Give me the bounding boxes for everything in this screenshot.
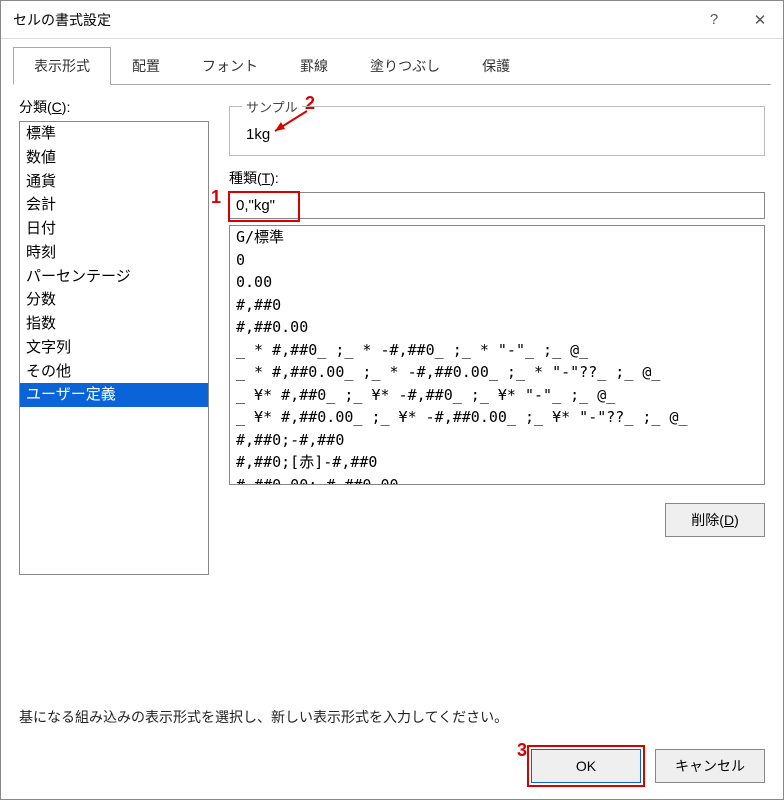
ok-button[interactable]: OK bbox=[531, 749, 641, 783]
list-item[interactable]: _ ¥* #,##0_ ;_ ¥* -#,##0_ ;_ ¥* "-"_ ;_ … bbox=[234, 384, 760, 407]
category-listbox[interactable]: 標準 数値 通貨 会計 日付 時刻 パーセンテージ 分数 指数 文字列 その他 … bbox=[19, 121, 209, 575]
annotation-3: 3 bbox=[517, 740, 527, 761]
cancel-button[interactable]: キャンセル bbox=[655, 749, 765, 783]
category-label: 分類(C): bbox=[19, 97, 209, 117]
tab-number-format[interactable]: 表示形式 bbox=[13, 47, 111, 85]
list-item[interactable]: 日付 bbox=[20, 217, 208, 241]
format-code-input[interactable] bbox=[229, 192, 765, 219]
list-item[interactable]: #,##0.00 bbox=[234, 316, 760, 339]
tab-fill[interactable]: 塗りつぶし bbox=[349, 47, 461, 85]
sample-value: 1kg bbox=[242, 126, 752, 143]
list-item[interactable]: #,##0.00;-#,##0.00 bbox=[234, 474, 760, 486]
category-label-accel: C bbox=[52, 99, 62, 115]
list-item-custom[interactable]: ユーザー定義 bbox=[20, 383, 208, 407]
category-column: 分類(C): 標準 数値 通貨 会計 日付 時刻 パーセンテージ 分数 指数 文… bbox=[19, 97, 209, 683]
list-item[interactable]: 指数 bbox=[20, 312, 208, 336]
list-item[interactable]: #,##0;-#,##0 bbox=[234, 429, 760, 452]
annotation-1: 1 bbox=[211, 187, 221, 208]
type-label-accel: T bbox=[262, 170, 271, 186]
main-row: 分類(C): 標準 数値 通貨 会計 日付 時刻 パーセンテージ 分数 指数 文… bbox=[19, 97, 765, 683]
list-item[interactable]: パーセンテージ bbox=[20, 265, 208, 289]
tab-strip: 表示形式 配置 フォント 罫線 塗りつぶし 保護 bbox=[1, 39, 783, 85]
titlebar: セルの書式設定 ? ✕ bbox=[1, 1, 783, 39]
category-label-text: 分類( bbox=[19, 99, 52, 115]
format-templates-listbox[interactable]: G/標準 0 0.00 #,##0 #,##0.00 _ * #,##0_ ;_… bbox=[229, 225, 765, 485]
category-label-end: ): bbox=[62, 99, 71, 115]
hint-text: 基になる組み込みの表示形式を選択し、新しい表示形式を入力してください。 bbox=[19, 707, 765, 727]
list-item[interactable]: 通貨 bbox=[20, 170, 208, 194]
list-item[interactable]: 数値 bbox=[20, 146, 208, 170]
delete-button-end: ) bbox=[734, 512, 739, 528]
format-cells-dialog: セルの書式設定 ? ✕ 表示形式 配置 フォント 罫線 塗りつぶし 保護 分類(… bbox=[0, 0, 784, 800]
tab-underline bbox=[13, 84, 771, 85]
delete-button-row: 削除(D) bbox=[229, 503, 765, 537]
list-item[interactable]: 0 bbox=[234, 249, 760, 272]
list-item[interactable]: #,##0;[赤]-#,##0 bbox=[234, 451, 760, 474]
help-button[interactable]: ? bbox=[691, 2, 737, 38]
type-label-text: 種類( bbox=[229, 170, 262, 186]
sample-group: サンプル 1kg bbox=[229, 97, 765, 156]
list-item[interactable]: _ ¥* #,##0.00_ ;_ ¥* -#,##0.00_ ;_ ¥* "-… bbox=[234, 406, 760, 429]
tab-protection[interactable]: 保護 bbox=[461, 47, 531, 85]
right-column: 2 サンプル 1kg 種類(T): 1 bbox=[229, 97, 765, 683]
type-label-end: ): bbox=[270, 170, 279, 186]
ok-button-wrap: OK bbox=[531, 749, 641, 783]
delete-button-accel: D bbox=[724, 512, 734, 528]
list-item[interactable]: 標準 bbox=[20, 122, 208, 146]
type-input-wrap bbox=[229, 192, 765, 219]
list-item[interactable]: _ * #,##0.00_ ;_ * -#,##0.00_ ;_ * "-"??… bbox=[234, 361, 760, 384]
delete-button-text: 削除( bbox=[691, 510, 724, 530]
list-item[interactable]: 0.00 bbox=[234, 271, 760, 294]
list-item[interactable]: #,##0 bbox=[234, 294, 760, 317]
tab-content: 分類(C): 標準 数値 通貨 会計 日付 時刻 パーセンテージ 分数 指数 文… bbox=[1, 85, 783, 735]
tab-alignment[interactable]: 配置 bbox=[111, 47, 181, 85]
delete-button[interactable]: 削除(D) bbox=[665, 503, 765, 537]
list-item[interactable]: 分数 bbox=[20, 288, 208, 312]
window-title: セルの書式設定 bbox=[13, 10, 691, 30]
tab-border[interactable]: 罫線 bbox=[279, 47, 349, 85]
list-item[interactable]: 時刻 bbox=[20, 241, 208, 265]
list-item[interactable]: その他 bbox=[20, 360, 208, 384]
dialog-footer: 3 OK キャンセル bbox=[1, 735, 783, 799]
sample-legend: サンプル bbox=[242, 97, 302, 116]
list-item[interactable]: G/標準 bbox=[234, 226, 760, 249]
close-button[interactable]: ✕ bbox=[737, 2, 783, 38]
tab-font[interactable]: フォント bbox=[181, 47, 279, 85]
list-item[interactable]: _ * #,##0_ ;_ * -#,##0_ ;_ * "-"_ ;_ @_ bbox=[234, 339, 760, 362]
type-label: 種類(T): bbox=[229, 168, 765, 188]
list-item[interactable]: 文字列 bbox=[20, 336, 208, 360]
list-item[interactable]: 会計 bbox=[20, 193, 208, 217]
